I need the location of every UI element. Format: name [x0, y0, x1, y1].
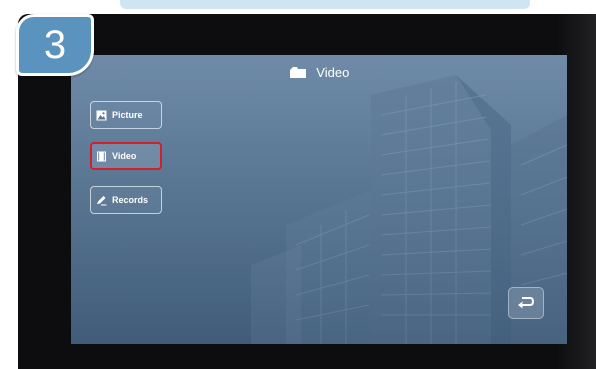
menu-button-video[interactable]: Video — [90, 142, 162, 170]
pen-icon — [97, 195, 107, 205]
folder-icon — [289, 67, 306, 78]
menu-button-label: Picture — [112, 110, 143, 120]
step-number-badge: 3 — [16, 14, 94, 76]
screen-title: Video — [316, 65, 350, 80]
back-button[interactable] — [508, 287, 544, 319]
menu-button-label: Records — [112, 195, 149, 205]
instruction-figure: Video Picture Video Records 3 — [0, 0, 596, 369]
menu-button-picture[interactable]: Picture — [90, 101, 162, 129]
device-screen: Video Picture Video Records — [71, 55, 567, 344]
menu-button-label: Video — [112, 151, 137, 161]
video-file-icon — [97, 151, 106, 161]
mount-bracket — [120, 0, 530, 9]
menu-button-records[interactable]: Records — [90, 186, 162, 214]
return-arrow-icon — [518, 297, 535, 309]
picture-icon — [96, 110, 107, 120]
screen-header: Video — [71, 65, 567, 80]
